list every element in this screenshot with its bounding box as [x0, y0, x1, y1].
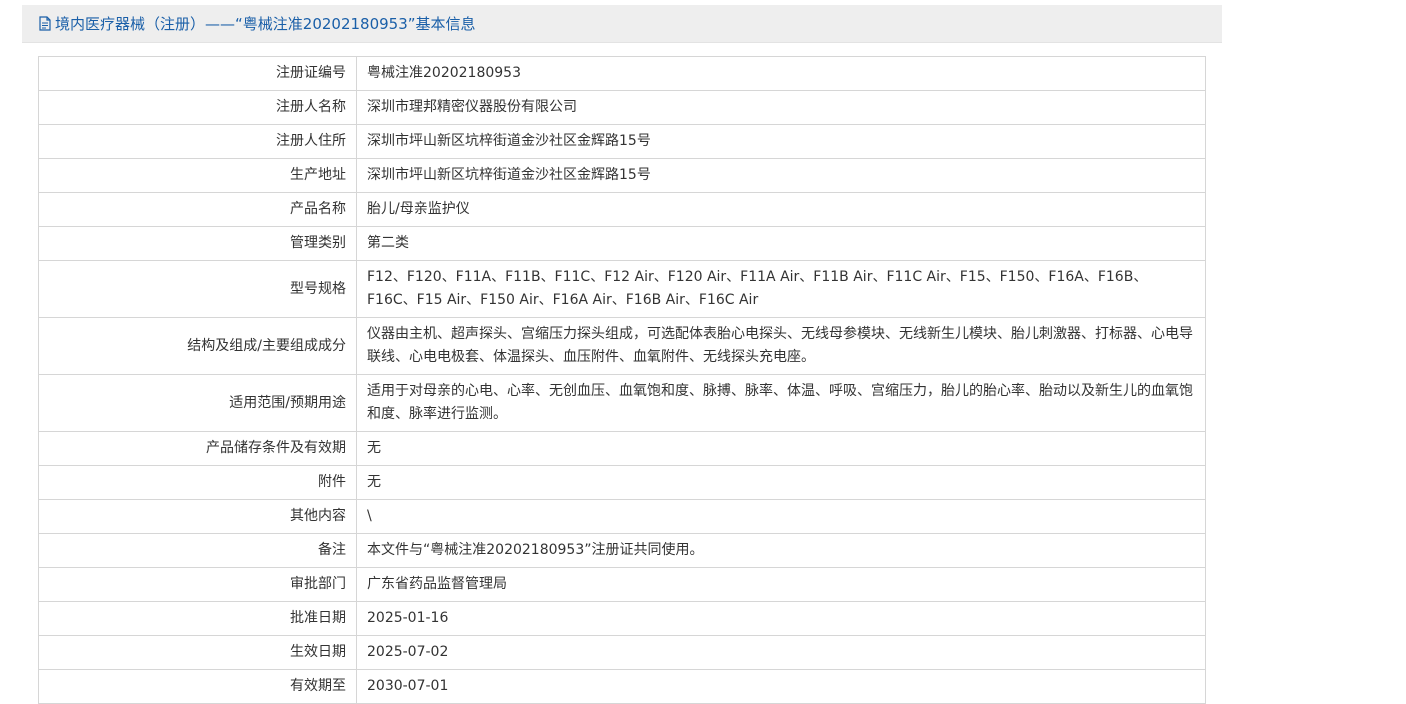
row-label: 有效期至	[38, 669, 357, 704]
table-row: 其他内容 \	[38, 499, 1206, 534]
row-value: 适用于对母亲的心电、心率、无创血压、血氧饱和度、脉搏、脉率、体温、呼吸、宫缩压力…	[356, 374, 1206, 432]
table-row: 附件 无	[38, 465, 1206, 500]
row-label: 注册证编号	[38, 56, 357, 91]
table-row: 备注 本文件与“粤械注准20202180953”注册证共同使用。	[38, 533, 1206, 568]
panel-body: 注册证编号 粤械注准20202180953 注册人名称 深圳市理邦精密仪器股份有…	[22, 43, 1222, 704]
table-row: 注册人住所 深圳市坪山新区坑梓街道金沙社区金辉路15号	[38, 124, 1206, 159]
table-row: 生产地址 深圳市坪山新区坑梓街道金沙社区金辉路15号	[38, 158, 1206, 193]
table-row: 批准日期 2025-01-16	[38, 601, 1206, 636]
table-row: 产品储存条件及有效期 无	[38, 431, 1206, 466]
row-value: 无	[356, 465, 1206, 500]
row-value: 深圳市坪山新区坑梓街道金沙社区金辉路15号	[356, 124, 1206, 159]
row-label: 附件	[38, 465, 357, 500]
row-label: 审批部门	[38, 567, 357, 602]
table-row: 管理类别 第二类	[38, 226, 1206, 261]
table-row: 注册人名称 深圳市理邦精密仪器股份有限公司	[38, 90, 1206, 125]
document-icon	[38, 16, 52, 31]
row-label: 适用范围/预期用途	[38, 374, 357, 432]
row-label: 产品名称	[38, 192, 357, 227]
row-value: \	[356, 499, 1206, 534]
table-row: 适用范围/预期用途 适用于对母亲的心电、心率、无创血压、血氧饱和度、脉搏、脉率、…	[38, 374, 1206, 432]
row-value: 2030-07-01	[356, 669, 1206, 704]
row-label: 注册人住所	[38, 124, 357, 159]
row-value: 无	[356, 431, 1206, 466]
row-value: 胎儿/母亲监护仪	[356, 192, 1206, 227]
row-value: F12、F120、F11A、F11B、F11C、F12 Air、F120 Air…	[356, 260, 1206, 318]
row-value: 本文件与“粤械注准20202180953”注册证共同使用。	[356, 533, 1206, 568]
row-label: 其他内容	[38, 499, 357, 534]
table-row: 有效期至 2030-07-01	[38, 669, 1206, 704]
row-label: 注册人名称	[38, 90, 357, 125]
row-label: 型号规格	[38, 260, 357, 318]
row-value: 深圳市理邦精密仪器股份有限公司	[356, 90, 1206, 125]
row-label: 生产地址	[38, 158, 357, 193]
row-label: 生效日期	[38, 635, 357, 670]
table-row: 结构及组成/主要组成成分 仪器由主机、超声探头、宫缩压力探头组成，可选配体表胎心…	[38, 317, 1206, 375]
info-table: 注册证编号 粤械注准20202180953 注册人名称 深圳市理邦精密仪器股份有…	[38, 56, 1206, 704]
table-row: 产品名称 胎儿/母亲监护仪	[38, 192, 1206, 227]
page-title: 境内医疗器械（注册）——“粤械注准20202180953”基本信息	[55, 15, 476, 33]
row-value: 第二类	[356, 226, 1206, 261]
row-label: 产品储存条件及有效期	[38, 431, 357, 466]
table-row: 生效日期 2025-07-02	[38, 635, 1206, 670]
row-label: 批准日期	[38, 601, 357, 636]
row-value: 2025-07-02	[356, 635, 1206, 670]
table-row: 审批部门 广东省药品监督管理局	[38, 567, 1206, 602]
panel-header: 境内医疗器械（注册）——“粤械注准20202180953”基本信息	[22, 5, 1222, 43]
info-panel: 境内医疗器械（注册）——“粤械注准20202180953”基本信息 注册证编号 …	[22, 5, 1222, 704]
row-value: 广东省药品监督管理局	[356, 567, 1206, 602]
row-value: 仪器由主机、超声探头、宫缩压力探头组成，可选配体表胎心电探头、无线母参模块、无线…	[356, 317, 1206, 375]
row-label: 备注	[38, 533, 357, 568]
row-value: 深圳市坪山新区坑梓街道金沙社区金辉路15号	[356, 158, 1206, 193]
row-value: 2025-01-16	[356, 601, 1206, 636]
row-label: 管理类别	[38, 226, 357, 261]
table-row: 型号规格 F12、F120、F11A、F11B、F11C、F12 Air、F12…	[38, 260, 1206, 318]
row-label: 结构及组成/主要组成成分	[38, 317, 357, 375]
table-row: 注册证编号 粤械注准20202180953	[38, 56, 1206, 91]
row-value: 粤械注准20202180953	[356, 56, 1206, 91]
